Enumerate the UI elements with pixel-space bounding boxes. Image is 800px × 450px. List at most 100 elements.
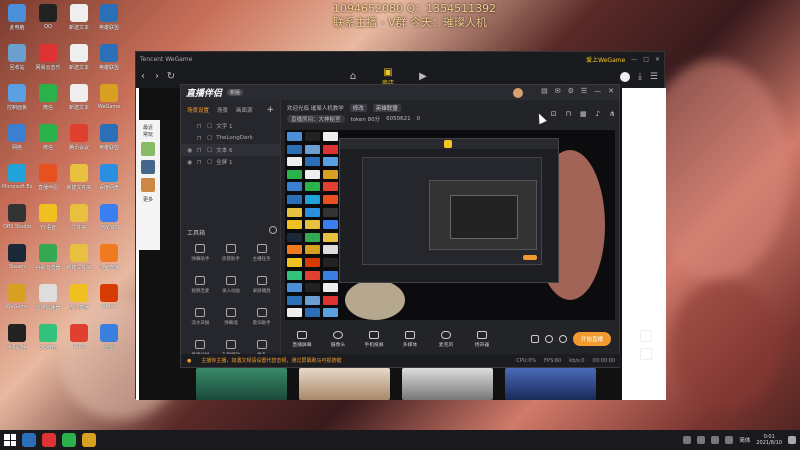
game-banner[interactable] [505, 368, 596, 400]
desktop-icon[interactable]: 文件夹 [64, 204, 94, 244]
lock-icon[interactable]: ⊓ [566, 110, 571, 118]
recent-game-thumb[interactable] [141, 160, 155, 174]
avatar[interactable] [513, 88, 523, 98]
desktop-icon[interactable]: 网易云音乐 [33, 44, 63, 84]
cart-icon[interactable] [640, 330, 652, 342]
game-banner[interactable] [196, 368, 287, 400]
desktop-icon[interactable]: WeGame [94, 84, 124, 124]
desktop-icon[interactable]: 回收站 [2, 44, 32, 84]
tab-scene[interactable]: 场景 [217, 106, 228, 114]
lock-icon[interactable]: ⊓ [197, 123, 203, 130]
camera-icon[interactable] [530, 335, 539, 343]
multimedia-button[interactable]: 多媒体 [399, 330, 421, 348]
layout-icon[interactable]: ▦ [580, 110, 587, 118]
tools-settings-icon[interactable] [269, 226, 277, 234]
desktop-icon[interactable]: 此电脑 [2, 4, 32, 44]
desktop-icon[interactable]: 网络 [2, 124, 32, 164]
desktop-icon[interactable]: Office [94, 284, 124, 324]
category-select[interactable]: 英雄联盟 [372, 104, 401, 112]
tool-button[interactable]: 视频连麦 [185, 274, 216, 300]
desktop-icon[interactable]: 迅雷 [94, 324, 124, 364]
taskbar-app-icon[interactable] [22, 433, 36, 447]
video-icon[interactable]: ▶ [416, 70, 430, 84]
desktop-icon[interactable]: WPS [64, 324, 94, 364]
tool-button[interactable]: 主播任务 [246, 242, 277, 268]
desktop-icon[interactable]: 谷歌浏览器 [33, 244, 63, 284]
home-icon[interactable]: ⌂ [346, 70, 360, 84]
back-icon[interactable]: ‹ [136, 70, 150, 84]
desktop-icon[interactable]: 英雄联盟 [94, 4, 124, 44]
maximize-icon[interactable]: □ [643, 56, 649, 63]
lock-icon[interactable]: ⊓ [197, 135, 203, 142]
eye-icon[interactable]: ◉ [187, 147, 193, 154]
desktop-icon[interactable]: 雷神加速器 [33, 284, 63, 324]
source-item[interactable]: ⊓ ▢ TheLongDark [181, 132, 280, 144]
edit-title-button[interactable]: 修改 [349, 104, 367, 112]
mail-icon[interactable]: ✉ [555, 87, 561, 95]
gift-icon[interactable]: ▤ [541, 87, 548, 95]
tray-app-icon[interactable] [683, 436, 692, 444]
tool-button[interactable]: 弹幕助手 [185, 242, 216, 268]
taskbar-app-icon[interactable] [82, 433, 96, 447]
source-item[interactable]: ◉ ⊓ ▢ 全屏 1 [181, 156, 280, 168]
network-icon[interactable] [711, 436, 720, 444]
menu-icon[interactable]: ☰ [581, 87, 587, 95]
close-icon[interactable]: ✕ [655, 56, 660, 63]
record-icon[interactable]: ⊡ [551, 110, 557, 118]
desktop-icon[interactable]: 新建文本 [64, 84, 94, 124]
windows-start-icon[interactable] [4, 434, 16, 446]
desktop-icon[interactable]: 微信 [33, 84, 63, 124]
eye-icon[interactable] [544, 335, 553, 343]
stream-preview[interactable] [285, 130, 615, 320]
desktop-icon[interactable]: Microsoft Edge [2, 164, 32, 204]
add-icon[interactable]: + [266, 105, 274, 115]
clock[interactable]: 0:01 2021/8/10 [756, 434, 782, 446]
recent-game-thumb[interactable] [141, 142, 155, 156]
desktop-icon[interactable]: 虎牙直播 [64, 284, 94, 324]
coupon-icon[interactable] [640, 348, 652, 360]
desktop-icon[interactable]: QQ [33, 4, 63, 44]
desktop-icon[interactable]: 腾讯会议 [64, 124, 94, 164]
desktop-icon[interactable]: 百度网盘 [94, 164, 124, 204]
desktop-icon[interactable]: 英雄联盟 [94, 44, 124, 84]
camera-button[interactable]: 摄像头 [327, 330, 349, 348]
minimize-icon[interactable]: — [631, 56, 637, 63]
taskbar-app-icon[interactable] [62, 433, 76, 447]
start-live-button[interactable]: 开始直播 [572, 332, 611, 346]
wegame-user-label[interactable]: 爱上WeGame [586, 55, 625, 64]
speaker-button[interactable]: 扬声器 [471, 330, 493, 348]
settings-icon[interactable]: ⚙ [568, 87, 574, 95]
ime-indicator[interactable]: 简体 [739, 436, 750, 444]
tool-button[interactable]: 歌词助手 [246, 306, 277, 332]
desktop-icon[interactable]: 斗鱼直播 [94, 244, 124, 284]
taskbar-app-icon[interactable] [42, 433, 56, 447]
desktop-icon[interactable]: 控制面板 [2, 84, 32, 124]
tray-app-icon[interactable] [697, 436, 706, 444]
desktop-icon[interactable]: 手机助手 [2, 324, 32, 364]
desktop-icon[interactable]: 直播伴侣 [33, 164, 63, 204]
refresh-icon[interactable]: ↻ [164, 70, 178, 84]
eye-icon[interactable]: ◉ [187, 159, 193, 166]
share-icon[interactable]: ⋔ [609, 110, 615, 118]
source-item[interactable]: ◉ ⊓ ▢ 文本 6 [181, 144, 280, 156]
download-icon[interactable]: ⤓ [638, 72, 642, 82]
desktop-icon[interactable]: 新建文本 [64, 4, 94, 44]
desktop-icon[interactable]: Steam [2, 244, 32, 284]
tab-scene-settings[interactable]: 场景设置 [187, 106, 209, 114]
tab-sources[interactable]: 画面源 [236, 106, 253, 114]
microphone-button[interactable]: 麦克风 [435, 330, 457, 348]
avatar[interactable] [619, 72, 630, 82]
lock-icon[interactable]: ⊓ [197, 159, 203, 166]
desktop-icon[interactable]: 新建文件夹 [64, 244, 94, 284]
settings-icon[interactable] [558, 335, 567, 343]
phone-cast-button[interactable]: 手机投屏 [363, 330, 385, 348]
desktop-icon[interactable]: WeGame [2, 284, 32, 324]
lock-icon[interactable]: ⊓ [197, 147, 203, 154]
close-icon[interactable]: ✕ [608, 87, 614, 95]
menu-icon[interactable]: ☰ [650, 72, 658, 82]
desktop-icon[interactable]: 英雄联盟 [94, 124, 124, 164]
tool-button[interactable]: 录屏播放 [246, 274, 277, 300]
tool-button[interactable]: 房管助手 [216, 242, 247, 268]
forward-icon[interactable]: › [150, 70, 164, 84]
volume-icon[interactable] [725, 436, 734, 444]
